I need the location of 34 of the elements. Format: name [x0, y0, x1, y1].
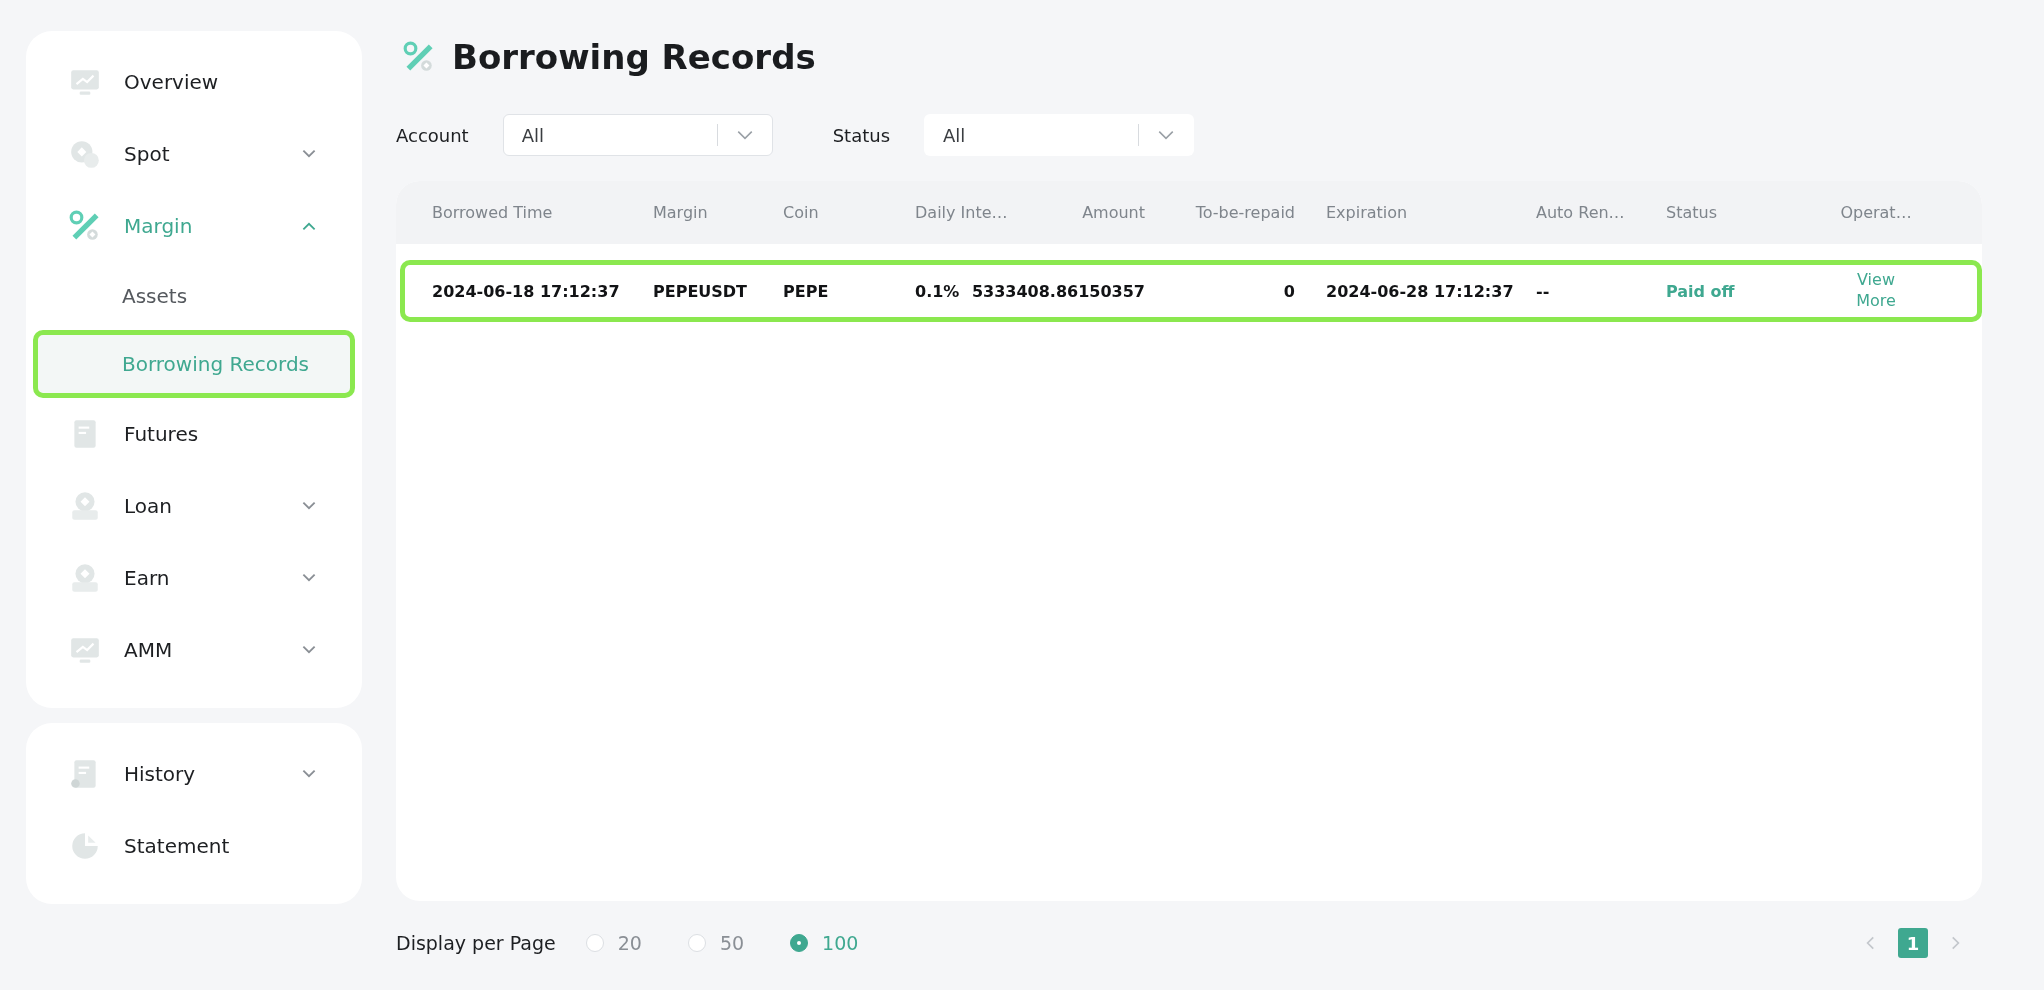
column-header: To-be-repaid: [1195, 203, 1295, 222]
column-header: Coin: [783, 203, 819, 222]
column-header: Daily Inte…: [915, 203, 1008, 222]
table-cell: --: [1536, 281, 1550, 301]
table-cell: 2024-06-18 17:12:37: [432, 281, 620, 301]
filter-label: Status: [832, 124, 891, 146]
table-cell: PEPEUSDT: [653, 281, 748, 301]
column-header: Status: [1666, 203, 1717, 222]
column-header: Operat…: [1840, 203, 1912, 222]
filter-select[interactable]: All: [502, 114, 773, 156]
column-header: Margin: [653, 203, 708, 222]
sidebar-item[interactable]: Spot: [26, 118, 362, 190]
page-title: Borrowing Records: [452, 37, 816, 77]
column-header: Amount: [1082, 203, 1145, 222]
filter-label: Account: [396, 124, 469, 146]
table-cell: 2024-06-28 17:12:37: [1326, 281, 1514, 301]
sidebar-item[interactable]: AMM: [26, 614, 362, 686]
column-header: Auto Ren…: [1536, 203, 1625, 222]
table-cell: 5333408.86150357: [971, 281, 1145, 301]
sidebar-subitem[interactable]: Assets: [33, 262, 355, 330]
sidebar-item[interactable]: Earn: [26, 542, 362, 614]
table-cell: PEPE: [783, 281, 829, 301]
column-header: Expiration: [1326, 203, 1408, 222]
sidebar-item[interactable]: Overview: [26, 46, 362, 118]
table-cell: 0: [1283, 281, 1295, 301]
table-cell: 0.1%: [915, 281, 960, 301]
page-size-label: Display per Page: [396, 932, 556, 954]
sidebar-item[interactable]: Futures: [26, 398, 362, 470]
filter-select[interactable]: All: [924, 114, 1195, 156]
column-header: Borrowed Time: [432, 203, 553, 222]
sidebar-item[interactable]: Loan: [26, 470, 362, 542]
status-text: Paid off: [1666, 281, 1735, 301]
sidebar-item[interactable]: History: [26, 738, 362, 810]
sidebar-item[interactable]: Statement: [26, 810, 362, 882]
